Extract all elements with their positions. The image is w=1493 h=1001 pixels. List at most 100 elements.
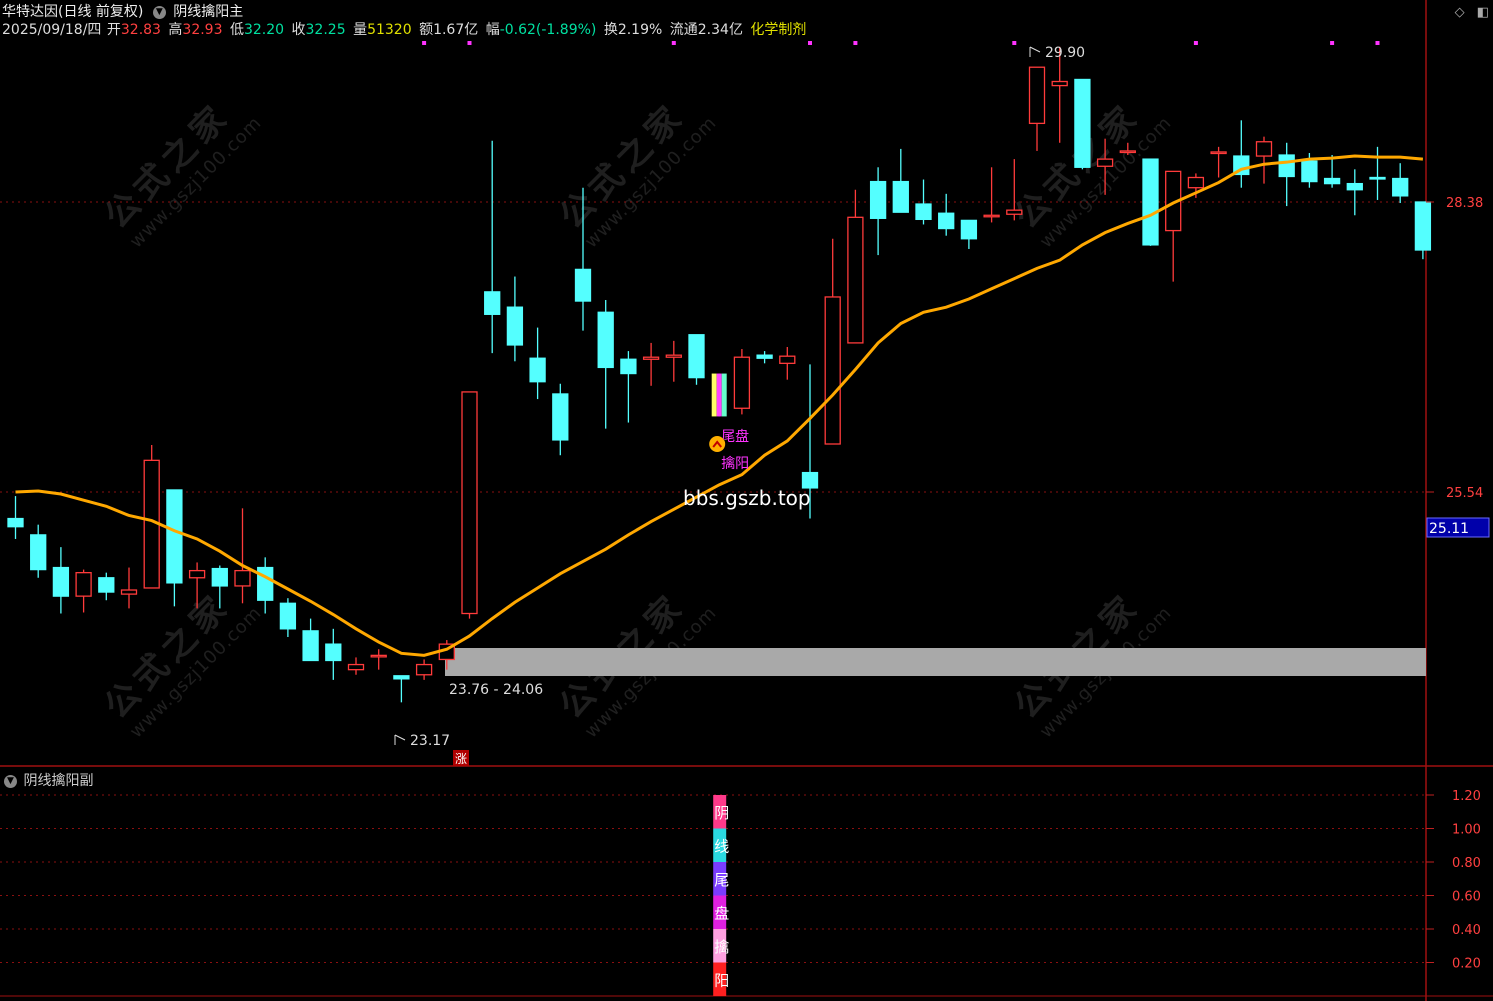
candle bbox=[1369, 146, 1386, 200]
candle-body bbox=[779, 355, 796, 364]
candle-body bbox=[756, 354, 773, 359]
candle-body bbox=[1346, 182, 1363, 191]
top-marker-dot bbox=[1330, 41, 1335, 45]
sector-label[interactable]: 化学制剂 bbox=[750, 22, 806, 38]
annotation-layer: 29.90 23.17 23.76 - 24.06 尾盘 擒阳 涨 bbs.gs… bbox=[410, 45, 1490, 766]
sub-y-tick-label: 1.00 bbox=[1452, 823, 1481, 838]
candle-body bbox=[574, 268, 592, 302]
candle-body bbox=[1233, 155, 1250, 176]
candle-body bbox=[302, 630, 319, 662]
high-value: 32.93 bbox=[182, 22, 223, 38]
candle-body bbox=[7, 517, 24, 528]
candle-body bbox=[869, 180, 887, 219]
candle bbox=[1255, 136, 1273, 184]
candle-body bbox=[597, 311, 614, 369]
amount-value: 1.67亿 bbox=[433, 22, 479, 38]
candle bbox=[438, 640, 455, 670]
candle bbox=[461, 391, 478, 619]
candle-body bbox=[438, 643, 455, 661]
top-marker-dot bbox=[467, 41, 472, 45]
candle-body bbox=[370, 654, 387, 658]
indicator-name[interactable]: 阴线擒阳主 bbox=[173, 4, 243, 20]
high-mark-arrow bbox=[1029, 46, 1041, 57]
candle bbox=[938, 193, 955, 236]
candle bbox=[325, 628, 342, 680]
candle-body bbox=[166, 489, 183, 584]
window-icon[interactable]: ◧ bbox=[1477, 5, 1489, 20]
candle-body bbox=[915, 203, 932, 221]
candle-body bbox=[393, 675, 410, 680]
signal-chevron-icon bbox=[712, 440, 722, 448]
change-label: 幅 bbox=[485, 22, 500, 38]
sub-indicator-layer: 1.20 1.00 0.80 0.60 0.40 0.20 阴线尾盘擒阳 bbox=[0, 789, 1481, 996]
signal-label-engulf: 擒阳 bbox=[721, 455, 749, 472]
candle-body bbox=[983, 214, 1000, 218]
candle-body bbox=[1165, 170, 1182, 232]
candle bbox=[1142, 158, 1159, 246]
y-tick-label: 25.54 bbox=[1446, 486, 1483, 501]
candle-body bbox=[325, 643, 342, 662]
watermark: 公式之家 www.gszj100.com bbox=[1006, 585, 1176, 743]
candle-body bbox=[188, 569, 206, 579]
sub-y-tick-label: 0.80 bbox=[1452, 856, 1481, 871]
open-label: 开 bbox=[106, 22, 121, 38]
signal-candle-stripe bbox=[711, 373, 717, 417]
top-marker-layer bbox=[422, 41, 1380, 45]
candle-body bbox=[1051, 80, 1068, 87]
sub-y-tick-label: 1.20 bbox=[1452, 789, 1481, 804]
candle bbox=[120, 567, 138, 609]
candle bbox=[801, 364, 819, 519]
candle-body bbox=[484, 291, 501, 315]
sub-panel-name: 阴线擒阳副 bbox=[23, 773, 94, 789]
candle bbox=[166, 489, 183, 607]
top-marker-dot bbox=[1012, 41, 1017, 45]
sub-signal-segment bbox=[713, 862, 727, 896]
candle-body bbox=[120, 589, 138, 595]
candle-body bbox=[1301, 160, 1318, 183]
candle bbox=[257, 557, 274, 614]
low-price-mark: 23.17 bbox=[410, 733, 450, 749]
overlay-site-text: bbs.gszb.top bbox=[683, 486, 811, 510]
quote-date: 2025/09/18/四 bbox=[2, 22, 102, 38]
candle bbox=[506, 276, 524, 362]
candle-body bbox=[847, 216, 864, 344]
sub-panel-title[interactable]: ▼ 阴线擒阳副 bbox=[2, 770, 93, 790]
sub-y-tick-label: 0.40 bbox=[1452, 923, 1481, 938]
close-value: 32.25 bbox=[305, 22, 346, 38]
candle-body bbox=[642, 356, 660, 360]
candle bbox=[279, 598, 297, 637]
candle-body bbox=[960, 219, 978, 240]
candle bbox=[779, 346, 796, 380]
title-row: 华特达因(日线 前复权) ▼ 阴线擒阳主 bbox=[2, 3, 246, 21]
candle-body bbox=[938, 212, 955, 230]
candle bbox=[869, 167, 887, 256]
candle-body bbox=[824, 296, 841, 445]
candle bbox=[733, 349, 751, 415]
candle-body bbox=[98, 577, 115, 593]
candle bbox=[620, 351, 637, 423]
candle bbox=[75, 569, 92, 613]
candle bbox=[1233, 120, 1250, 188]
candle-body bbox=[801, 471, 819, 489]
sub-dropdown-icon[interactable]: ▼ bbox=[4, 774, 17, 788]
indicator-dropdown-icon[interactable]: ▼ bbox=[152, 5, 166, 19]
top-marker-dot bbox=[422, 41, 427, 45]
limit-up-text: 涨 bbox=[455, 751, 467, 766]
candle bbox=[1051, 46, 1068, 143]
candle-body bbox=[552, 393, 569, 441]
sub-signal-segment bbox=[713, 929, 727, 963]
candle bbox=[302, 618, 319, 662]
candle-body bbox=[1414, 201, 1432, 251]
stock-name[interactable]: 华特达因(日线 前复权) bbox=[2, 4, 143, 20]
diamond-icon[interactable]: ◇ bbox=[1455, 5, 1465, 20]
watermark: 公式之家 www.gszj100.com bbox=[551, 95, 721, 253]
candle bbox=[415, 659, 433, 680]
candle bbox=[52, 547, 70, 614]
candle bbox=[665, 340, 682, 382]
top-right-toolbar: ◇ ◧ bbox=[1455, 5, 1489, 20]
candle-body bbox=[665, 354, 682, 358]
candle bbox=[393, 675, 410, 703]
candle bbox=[642, 342, 660, 386]
sub-signal-char: 尾 bbox=[714, 871, 729, 889]
turnover-label: 换 bbox=[603, 22, 618, 38]
